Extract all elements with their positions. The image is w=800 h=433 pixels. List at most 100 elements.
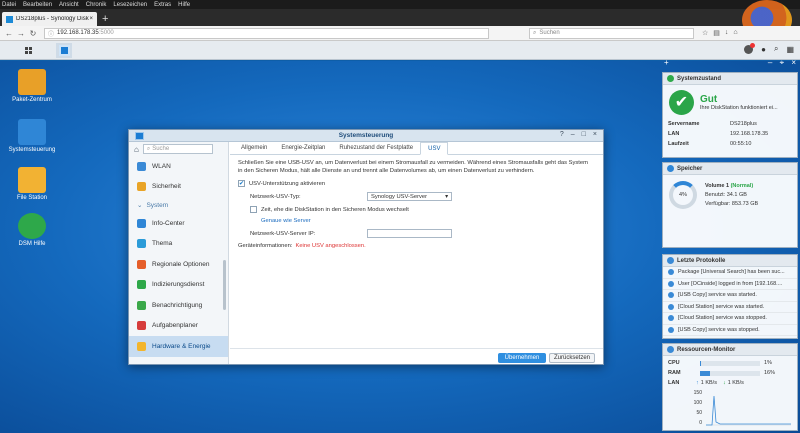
sidebar-item-icon [137,218,146,228]
close-icon[interactable]: × [89,16,93,22]
log-item[interactable]: [USB Copy] service was stopped. [663,325,797,336]
sidebar-item-sicherheit[interactable]: Sicherheit [129,177,228,198]
tab-allgemein[interactable]: Allgemein [234,142,274,155]
log-item[interactable]: [Cloud Station] service was stopped. [663,313,797,325]
window-titlebar[interactable]: Systemsteuerung ? – □ × [129,130,603,142]
pin-icon[interactable]: ⌖ [780,58,785,67]
chevron-down-icon: ▾ [445,193,448,200]
volume-free: Verfügbar: 853.73 GB [705,200,759,207]
volume-status: (Normal) [730,182,754,189]
volume-name: Volume 1 [705,182,730,189]
sidebar-item-wlan[interactable]: WLAN [129,156,228,177]
window-title: Systemsteuerung [338,132,394,139]
search-icon: ⌕ [533,29,537,36]
sidebar-item-regionale-optionen[interactable]: Regionale Optionen [129,254,228,275]
add-widget-icon[interactable]: + [664,58,669,70]
menu-item-datei[interactable]: Datei [2,2,16,8]
widget-toolbar: + – ⌖ × [662,58,798,70]
close-icon[interactable]: × [791,58,796,67]
sidebar-item-info-center[interactable]: Info-Center [129,213,228,234]
log-item[interactable]: [Cloud Station] service was started. [663,302,797,313]
star-icon[interactable]: ☆ [702,29,708,37]
menu-item-extras[interactable]: Extras [154,2,171,8]
sidebar-item-aufgabenplaner[interactable]: Aufgabenplaner [129,316,228,337]
home-icon[interactable]: ⌂ [733,29,737,37]
info-icon [668,303,674,310]
url-bar[interactable]: ⓘ 192.168.178.35:5000 [44,27,489,39]
enable-ups-checkbox[interactable]: ✔ [238,180,245,187]
home-icon[interactable]: ⌂ [134,145,139,154]
widgets-icon[interactable]: ▦ [786,45,794,54]
bookmarks-icon[interactable]: ▤ [713,29,720,37]
lan-label: LAN [668,380,680,386]
network-type-label: Netzwerk-USV-Typ: [250,193,301,200]
server-ip-input[interactable] [367,229,452,238]
permitted-link[interactable]: Genaue wie Server [261,218,311,224]
sidebar-item-thema[interactable]: Thema [129,234,228,255]
sidebar-group-system[interactable]: ⌄ System [129,197,228,213]
menu-item-chronik[interactable]: Chronik [86,2,107,8]
taskbar-control-panel[interactable] [56,43,72,58]
cpu-bar [700,360,760,366]
sidebar-search-input[interactable]: ⌕ Suche [142,144,213,154]
tab-usv[interactable]: USV [420,142,449,155]
info-icon [668,280,674,287]
url-port: :5000 [98,30,114,36]
browser-tab[interactable]: DS218plus - Synology DiskStation × [2,12,97,26]
sidebar-item-indizierungsdienst[interactable]: Indizierungsdienst [129,275,228,296]
widget-recent-logs: Letzte Protokolle Package [Universal Sea… [662,254,798,339]
sidebar-item-icon [137,182,146,192]
sidebar-item-benachrichtigung[interactable]: Benachrichtigung [129,295,228,316]
menu-item-bearbeiten[interactable]: Bearbeiten [23,2,52,8]
sidebar-item-label: WLAN [152,162,171,170]
minimize-icon[interactable]: – [571,131,575,138]
log-item[interactable]: Package [Universal Search] has been suc.… [663,267,797,279]
tab-energie-zeitplan[interactable]: Energie-Zeitplan [274,142,332,155]
main-menu-button[interactable] [20,43,36,58]
graph-tick-label: 150 [693,390,702,396]
health-status: Gut [700,93,718,105]
notification-icon[interactable] [744,42,756,54]
help-icon[interactable]: ? [560,131,564,138]
upload-icon: ↑ [696,380,699,386]
lan-up: 1 KB/s [700,380,717,386]
reset-button[interactable]: Zurücksetzen [549,353,595,363]
browser-tabbar: DS218plus - Synology DiskStation × + [0,9,800,26]
back-icon[interactable]: ← [4,28,14,38]
reload-icon[interactable]: ↻ [28,28,38,38]
graph-tick-label: 100 [693,400,702,406]
desktop-icon-file-station[interactable]: File Station [2,167,62,201]
network-type-select[interactable]: Synology USV-Server ▾ [367,192,452,201]
sidebar-scrollbar[interactable] [223,260,226,310]
forward-icon[interactable]: → [16,28,26,38]
ups-description: Schließen Sie eine USB-USV an, um Datenv… [238,160,588,174]
log-item[interactable]: User [OCinside] logged in from [192.168.… [663,279,797,290]
user-icon[interactable]: ● [761,45,766,54]
desktop-icon-package-center[interactable]: Paket-Zentrum [2,69,62,103]
desktop-icon-control-panel[interactable]: Systemsteuerung [2,119,62,153]
apply-button[interactable]: Übernehmen [498,353,546,363]
info-icon [668,326,674,333]
control-panel-icon [18,119,46,145]
tab-ruhezustand-der-festplatte[interactable]: Ruhezustand der Festplatte [332,142,420,155]
close-icon[interactable]: × [593,131,597,138]
download-icon[interactable]: ↓ [725,29,729,37]
lan-graph: 150 100 50 0 [668,390,792,428]
sidebar-item-hardware-energie[interactable]: Hardware & Energie [129,336,228,357]
safe-mode-time-checkbox[interactable] [250,206,257,213]
search-input[interactable]: ⌕ Suchen [529,27,694,39]
desktop-icon-dsm-help[interactable]: DSM Hilfe [2,213,62,247]
download-icon: ↓ [722,380,726,386]
maximize-icon[interactable]: □ [582,131,586,138]
new-tab-icon[interactable]: + [102,13,108,25]
search-icon[interactable]: ⌕ [774,44,778,54]
cpu-label: CPU [668,360,680,366]
menu-item-ansicht[interactable]: Ansicht [59,2,79,8]
minus-icon[interactable]: – [768,58,772,67]
safe-mode-time-label: Zeit, ehe die DiskStation in den Sichere… [261,206,409,213]
menu-item-lesezeichen[interactable]: Lesezeichen [113,2,147,8]
log-item[interactable]: [USB Copy] service was started. [663,290,797,302]
ram-bar [700,370,760,376]
menu-item-hilfe[interactable]: Hilfe [178,2,190,8]
tab-strip: Allgemein Energie-Zeitplan Ruhezustand der… [230,142,603,155]
